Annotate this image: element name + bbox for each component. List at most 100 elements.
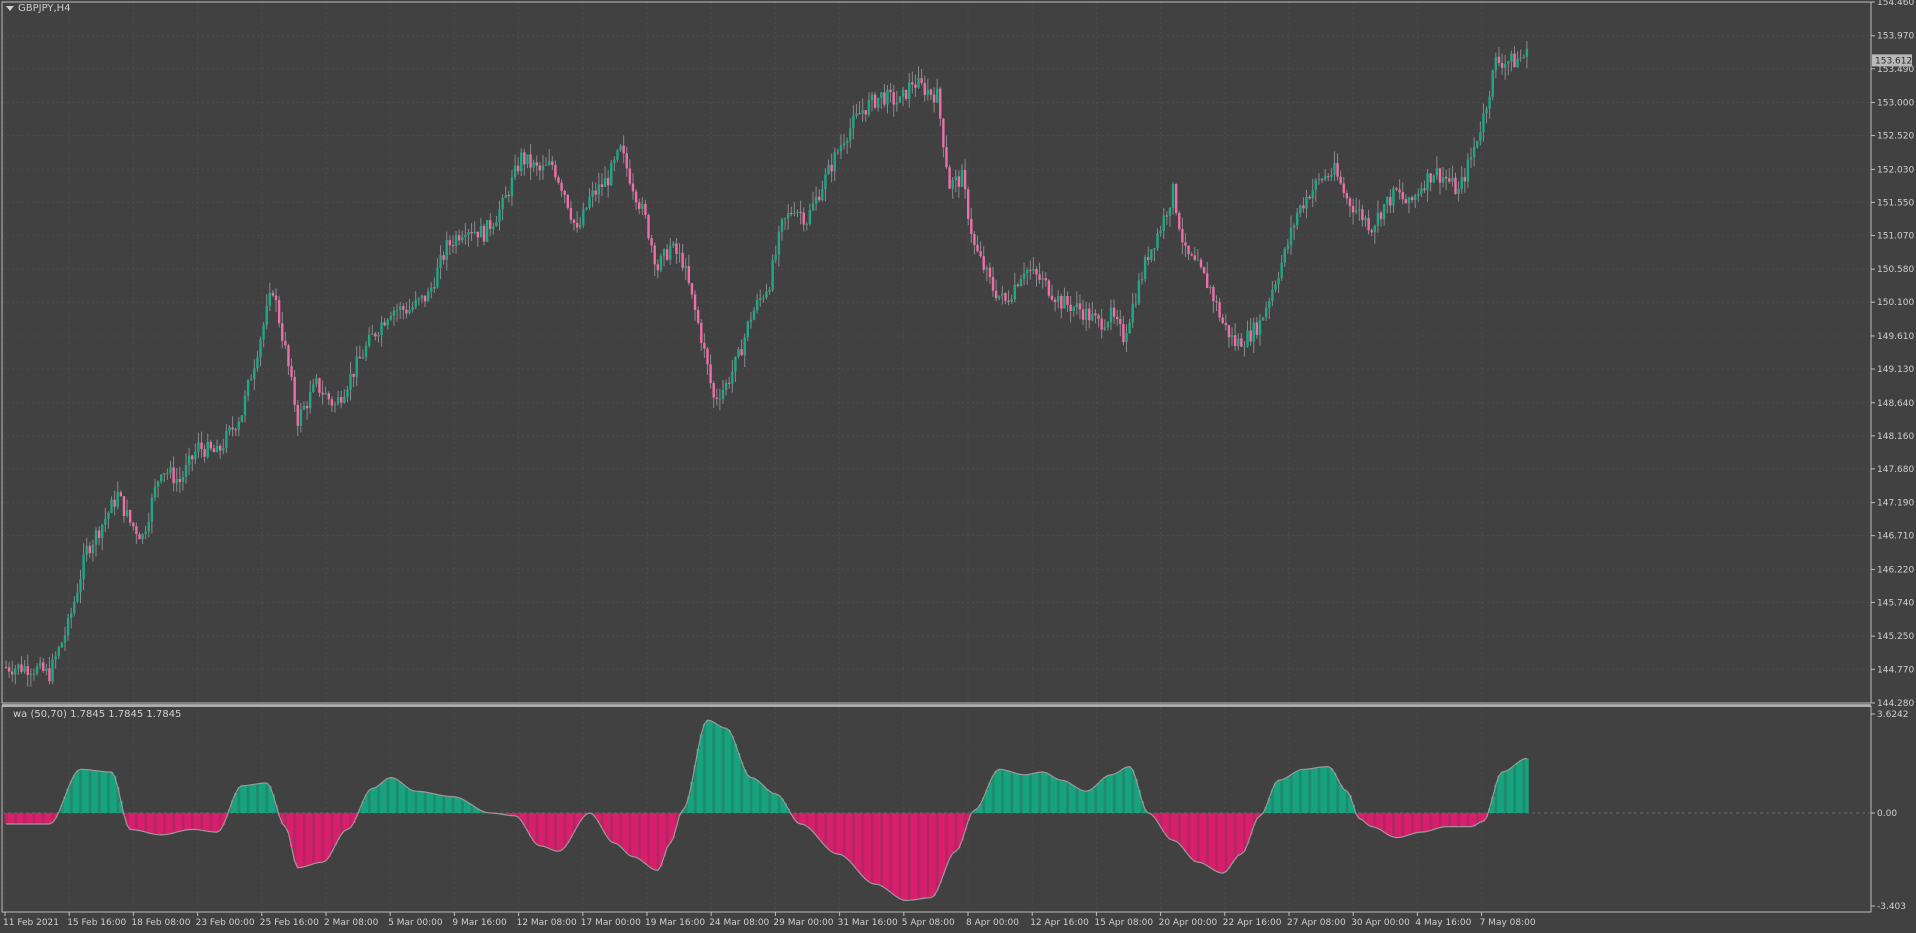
candle-body <box>312 384 315 392</box>
histogram-bar-positive <box>1121 768 1126 814</box>
histogram-bar-positive <box>72 774 77 814</box>
candle-body <box>1069 304 1072 311</box>
histogram-bar-positive <box>761 785 766 814</box>
histogram-bar-positive <box>1342 789 1346 814</box>
histogram-bar-negative <box>172 813 176 833</box>
candle-body <box>827 164 830 175</box>
candle-body <box>1237 338 1240 346</box>
chart-canvas[interactable]: 154.460153.970153.490153.000152.520152.0… <box>0 0 1916 933</box>
triangle-down-icon[interactable] <box>6 6 14 11</box>
histogram-bar-negative <box>1466 813 1470 827</box>
candle-body <box>880 92 883 98</box>
candle-body <box>1339 176 1342 184</box>
candle-body <box>169 467 172 474</box>
candle-body <box>371 333 374 335</box>
candle-body <box>1336 162 1339 177</box>
candle-body <box>159 474 163 482</box>
candle-body <box>1389 197 1392 206</box>
candle-body <box>920 78 923 83</box>
candle-body <box>870 94 874 101</box>
histogram-bar-positive <box>1050 776 1054 814</box>
histogram-bar-negative <box>1385 813 1390 835</box>
histogram-bar-negative <box>668 813 673 844</box>
candle-body <box>1308 196 1311 199</box>
histogram-bar-positive <box>78 769 83 814</box>
histogram-bar-positive <box>91 770 95 814</box>
candle-body <box>476 231 479 238</box>
candle-body <box>1134 303 1138 305</box>
candle-body <box>113 499 116 507</box>
histogram-bar-positive <box>1059 780 1064 814</box>
histogram-bar-negative <box>159 813 164 835</box>
candle-body <box>299 409 303 426</box>
symbol-title[interactable]: GBPJPY,H4 <box>6 3 71 14</box>
candle-body <box>1178 212 1181 230</box>
histogram-bar-negative <box>38 813 42 824</box>
histogram-bar-positive <box>740 761 744 814</box>
candle-body <box>1513 53 1516 68</box>
histogram-bar-positive <box>1311 768 1315 814</box>
histogram-bar-positive <box>1078 789 1082 814</box>
candle-body <box>768 289 771 292</box>
histogram-bar-positive <box>755 780 759 814</box>
candle-body <box>597 184 601 195</box>
candle-body <box>507 194 511 197</box>
histogram-bar-negative <box>538 813 542 846</box>
histogram-bar-negative <box>35 813 39 824</box>
candle-body <box>951 180 954 189</box>
histogram-bar-negative <box>1242 813 1247 852</box>
histogram-bar-negative <box>926 813 930 898</box>
histogram-bar-negative <box>1453 813 1458 827</box>
candle-body <box>153 486 157 498</box>
histogram-bar-negative <box>920 813 924 899</box>
histogram-bar-negative <box>954 813 958 852</box>
candle-body <box>656 264 660 271</box>
candle-body <box>1255 322 1259 335</box>
histogram-bar-positive <box>997 769 1002 814</box>
candle-body <box>135 526 138 535</box>
histogram-bar-negative <box>870 813 874 884</box>
histogram-bar-positive <box>1519 760 1523 814</box>
candle-body <box>544 164 548 166</box>
candle-body <box>156 481 160 487</box>
candle-body <box>66 618 70 636</box>
candle-body <box>963 170 967 190</box>
histogram-bar-positive <box>1317 767 1321 814</box>
histogram-bar-positive <box>1308 768 1312 814</box>
candle-body <box>572 219 576 223</box>
candle-body <box>616 150 619 160</box>
candle-body <box>1311 189 1314 199</box>
histogram-bar-negative <box>44 813 49 824</box>
candle-body <box>457 235 461 241</box>
histogram-bar-negative <box>311 813 316 864</box>
histogram-bar-positive <box>85 769 89 814</box>
candle-body <box>445 240 448 260</box>
candle-body <box>1373 226 1377 233</box>
candle-body <box>855 113 858 116</box>
candle-body <box>1044 278 1047 281</box>
chart-window[interactable]: 154.460 153.970 153.490 153.000 152.520 152.0… <box>0 0 1916 933</box>
histogram-bar-negative <box>929 813 933 898</box>
candle-body <box>845 140 849 144</box>
time-tick-label: 22 Apr 16:00 <box>1223 918 1282 928</box>
candle-body <box>1413 195 1417 201</box>
histogram-bar-positive <box>1509 767 1514 814</box>
histogram-bar-positive <box>100 771 105 814</box>
candle-body <box>324 393 327 395</box>
candle-body <box>1488 96 1491 109</box>
candle-body <box>1233 335 1237 346</box>
histogram-bar-positive <box>463 800 468 814</box>
histogram-bar-negative <box>1165 813 1169 837</box>
candle-body <box>1230 335 1234 338</box>
candle-body <box>1333 162 1336 175</box>
candle-body <box>1066 295 1069 305</box>
histogram-bar-positive <box>451 796 455 814</box>
histogram-bar-negative <box>631 813 635 857</box>
candle-body <box>547 161 551 165</box>
candle-body <box>181 476 185 482</box>
histogram-bar-negative <box>19 813 24 824</box>
candle-body <box>1286 244 1290 249</box>
candle-body <box>1367 217 1370 231</box>
histogram-bar-positive <box>246 785 250 814</box>
time-tick-label: 5 Apr 08:00 <box>902 918 955 928</box>
